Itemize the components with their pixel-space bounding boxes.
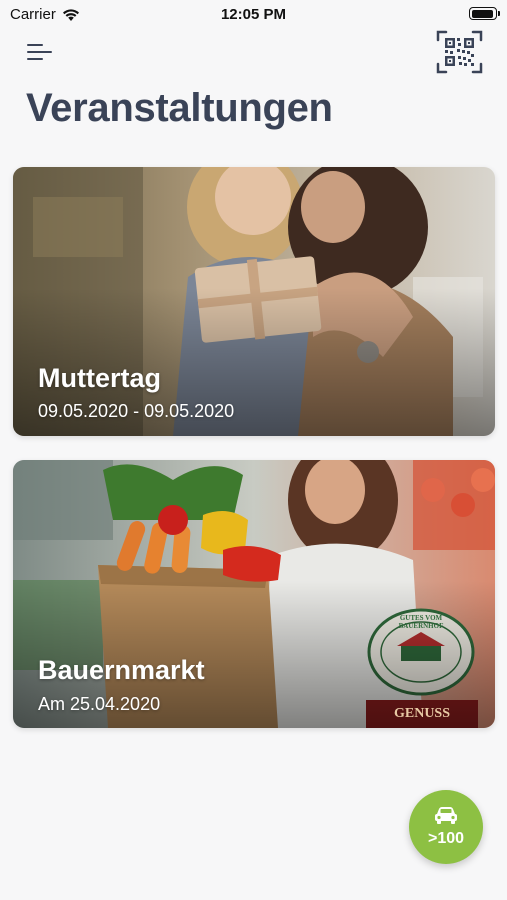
sign-text: GENUSS (393, 706, 451, 721)
event-image-bauernmarkt (13, 460, 495, 728)
event-image-muttertag (13, 167, 495, 436)
battery-icon (469, 7, 500, 20)
qr-code-icon (436, 30, 483, 74)
event-date: Am 25.04.2020 (38, 694, 161, 714)
car-count-fab[interactable]: >100 (409, 790, 483, 864)
status-bar: Carrier 12:05 PM (0, 0, 507, 30)
qr-scan-button[interactable] (436, 29, 483, 75)
page-title: Veranstaltungen (26, 86, 333, 130)
events-screen: Carrier 12:05 PM Veranstaltungen Muttert… (0, 0, 507, 900)
status-time: 12:05 PM (220, 6, 287, 23)
event-date: 09.05.2020 - 09.05.2020 (38, 401, 235, 421)
menu-button[interactable] (26, 42, 54, 64)
menu-icon (27, 44, 52, 60)
event-title: Muttertag (38, 363, 161, 393)
battery-level (471, 9, 493, 18)
fab-label: >100 (427, 830, 465, 847)
event-title: Bauernmarkt (38, 655, 205, 685)
event-card-bauernmarkt[interactable]: Bauernmarkt Am 25.04.2020 GUTES VOM BAUE… (13, 460, 495, 728)
badge-text: GUTES VOM BAUERNHOF (398, 614, 444, 630)
event-card-muttertag[interactable]: Muttertag 09.05.2020 - 09.05.2020 (13, 167, 495, 436)
car-icon (435, 807, 457, 824)
